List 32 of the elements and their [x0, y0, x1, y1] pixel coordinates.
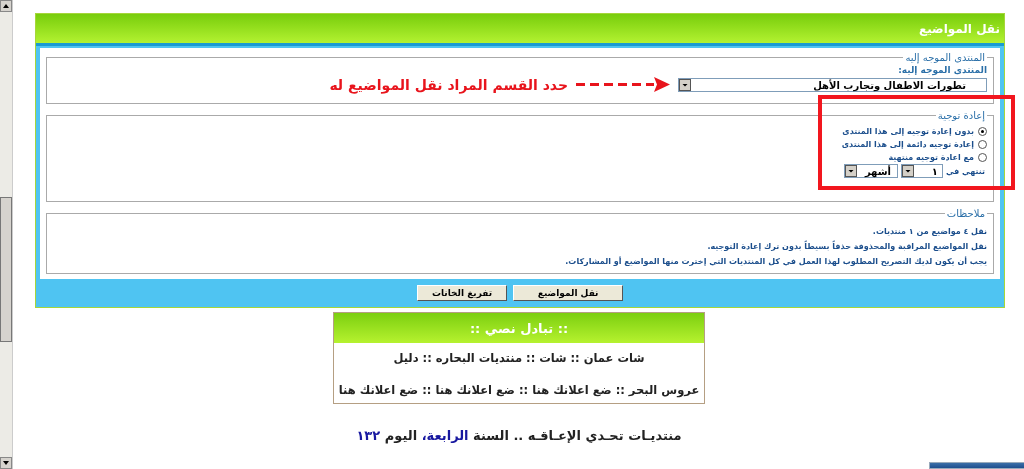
scroll-up-button[interactable] — [0, 0, 12, 12]
radio-button[interactable] — [978, 127, 987, 136]
unit-select[interactable]: أشهر — [843, 164, 898, 178]
option-label: مع اعادة توجيه منتهية — [888, 153, 974, 162]
fieldset-legend: ملاحظات — [944, 208, 987, 219]
link-line: عروس البحر :: ضع اعلانك هنا :: ضع اعلانك هنا :: ضع اعلانك هنا — [338, 383, 700, 397]
banner[interactable] — [929, 462, 1024, 469]
note-text: نقل المواضيع المراقبة والمحذوفة حذفاً بسيطاً بدون ترك إعادة التوجيه. — [706, 242, 987, 251]
arrow-icon — [576, 77, 670, 93]
amount-select[interactable]: ١ — [900, 164, 943, 178]
fieldset-legend: إعادة توجية — [935, 110, 987, 121]
annotation-text: حدد القسم المراد نقل المواضيع له — [329, 77, 568, 93]
field-label: المنتدى الموجه إليه: — [897, 65, 987, 75]
radio-button[interactable] — [978, 140, 987, 149]
move-button[interactable]: نقل المواضيع — [513, 285, 624, 301]
down-arrow-icon — [3, 461, 9, 465]
radio-button[interactable] — [978, 153, 987, 162]
up-arrow-icon — [3, 4, 9, 8]
clear-button[interactable]: تفريغ الخانات — [416, 285, 508, 301]
forum-select[interactable]: تطورات الاطفال وتجارب الأهل — [678, 78, 987, 92]
scroll-down-button[interactable] — [0, 457, 12, 469]
expiry-label: تنتهي في — [945, 166, 985, 176]
footer-text: منتديـات تحـدي الإعـاقـه .. السنة الرابعة، اليوم ١٣٢ — [356, 428, 682, 443]
scrollbar-thumb[interactable] — [0, 197, 12, 342]
option-label: إعادة توجيه دائمة إلى هذا المنتدى — [841, 140, 974, 149]
panel-title: نقل المواضيع — [36, 14, 1004, 43]
fieldset-legend: المنتدى الموجه إليه — [903, 52, 987, 63]
note-text: نقل ٤ مواضيع من ١ منتديات. — [871, 227, 987, 236]
box-title: :: تبادل نصي :: — [334, 313, 704, 343]
option-label: بدون إعادة توجيه إلى هذا المنتدى — [842, 127, 974, 136]
link-line: شات عمان :: شات :: منتديات البحاره :: دليل — [393, 351, 645, 365]
note-text: يجب أن يكون لديك التصريح المطلوب لهذا العمل في كل المنتديات التي إخترت منها المواضيع أو المشاركات. — [564, 257, 987, 266]
